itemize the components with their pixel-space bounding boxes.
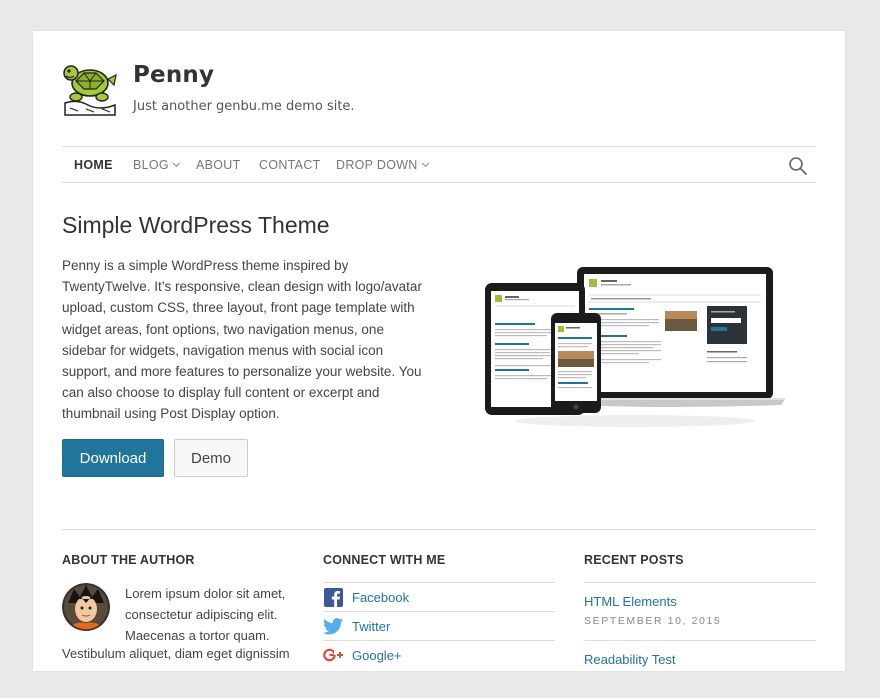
chevron-down-icon — [172, 159, 180, 168]
nav-item-contact[interactable]: CONTACT — [259, 158, 321, 172]
social-link-label: Google+ — [352, 647, 402, 663]
download-button[interactable]: Download — [62, 439, 164, 477]
recent-post-item: Readability Test — [584, 640, 816, 698]
nav-item-home[interactable]: HOME — [74, 158, 113, 172]
demo-button[interactable]: Demo — [174, 439, 248, 477]
recent-post-title[interactable]: HTML Elements — [584, 594, 816, 609]
recent-post-date: SEPTEMBER 10, 2015 — [584, 615, 722, 627]
nav-item-label: DROP DOWN — [336, 158, 418, 172]
nav-item-blog[interactable]: BLOG — [133, 158, 180, 172]
author-bio: Lorem ipsum dolor sit amet, consectetur … — [125, 586, 286, 643]
chevron-down-icon — [421, 159, 429, 168]
nav-item-label: BLOG — [133, 158, 169, 172]
twitter-icon — [323, 616, 343, 636]
nav-item-drop-down[interactable]: DROP DOWN — [336, 158, 429, 172]
nav-item-label: HOME — [74, 158, 113, 172]
social-links-list: Facebook Twitter Google+ — [323, 582, 555, 669]
nav-item-about[interactable]: ABOUT — [196, 158, 241, 172]
hero-description: Penny is a simple WordPress theme inspir… — [62, 258, 422, 422]
google-plus-icon — [323, 645, 343, 665]
recent-posts-list: HTML Elements SEPTEMBER 10, 2015 Readabi… — [584, 582, 816, 698]
hero-title: Simple WordPress Theme — [62, 212, 330, 238]
nav-item-label: ABOUT — [196, 158, 241, 172]
responsive-devices-image — [485, 267, 785, 427]
connect-widget-title: CONNECT WITH ME — [323, 553, 446, 567]
search-icon[interactable] — [788, 156, 808, 176]
recent-posts-widget-title: RECENT POSTS — [584, 553, 684, 567]
facebook-icon — [323, 587, 343, 607]
social-link-google-plus[interactable]: Google+ — [323, 640, 555, 669]
site-title[interactable]: Penny — [133, 62, 214, 88]
main-navigation: HOME BLOG ABOUT CONTACT DROP DOWN — [62, 146, 816, 183]
author-bio-continued: Vestibulum aliquet, diam eget dignissim — [62, 646, 290, 661]
social-link-facebook[interactable]: Facebook — [323, 582, 555, 611]
social-link-twitter[interactable]: Twitter — [323, 611, 555, 640]
author-avatar — [62, 583, 110, 631]
social-link-label: Twitter — [352, 618, 391, 634]
nav-item-label: CONTACT — [259, 158, 321, 172]
recent-post-item: HTML Elements SEPTEMBER 10, 2015 — [584, 582, 816, 640]
site-header: Penny Just another genbu.me demo site. — [62, 59, 816, 119]
section-divider — [62, 529, 816, 530]
site-description: Just another genbu.me demo site. — [133, 99, 355, 114]
turtle-logo-icon[interactable] — [62, 59, 118, 116]
page-container: Penny Just another genbu.me demo site. H… — [33, 31, 845, 671]
social-link-label: Facebook — [352, 589, 410, 605]
about-widget-title: ABOUT THE AUTHOR — [62, 553, 195, 567]
